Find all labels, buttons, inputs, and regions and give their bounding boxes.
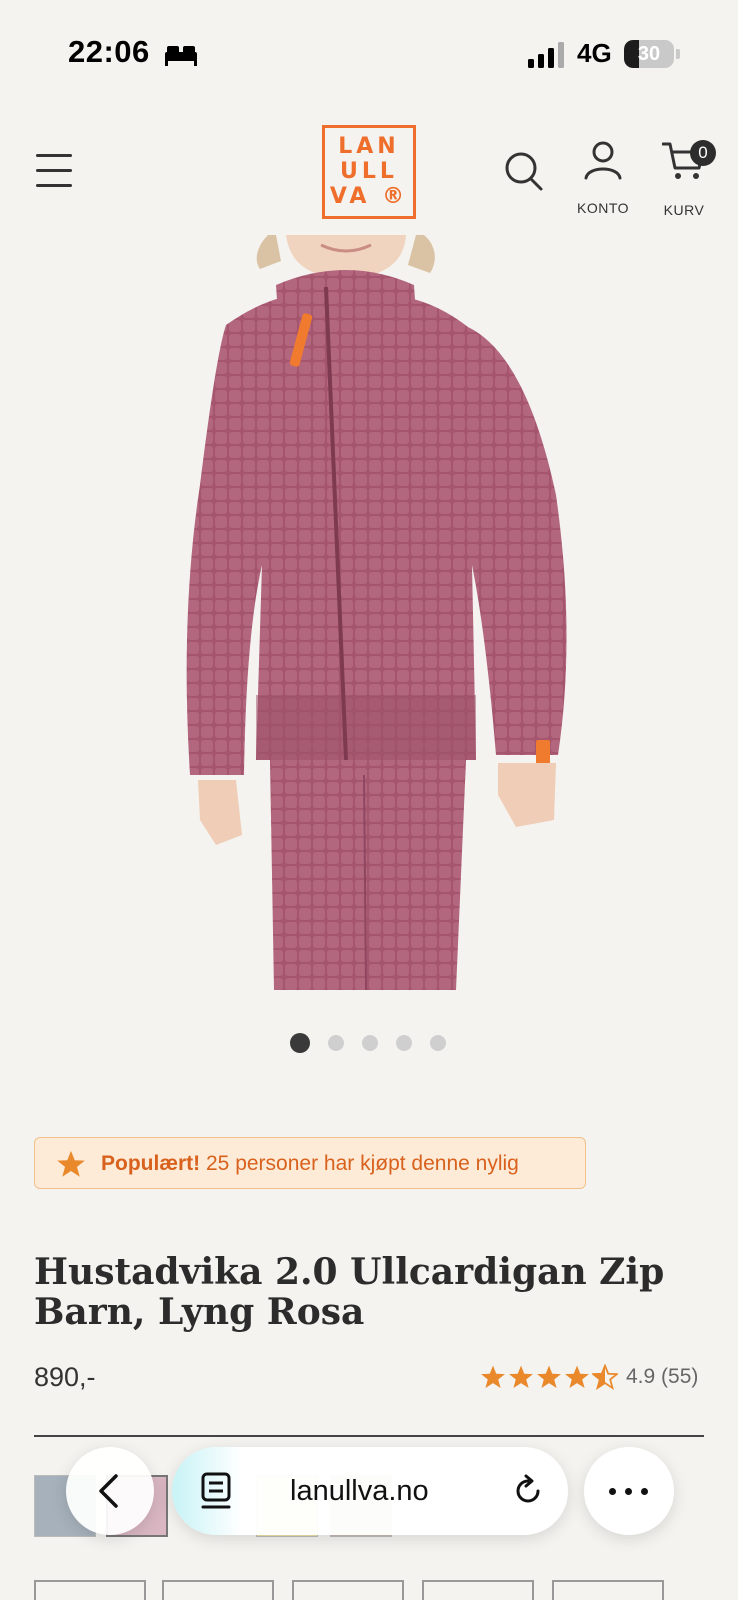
size-option[interactable] [162, 1580, 274, 1600]
site-header: LAN ULL VA ® KONTO 0 KURV [0, 110, 738, 235]
star-icon [537, 1365, 561, 1389]
product-price: 890,- [34, 1362, 96, 1392]
logo-line: VA ® [329, 184, 409, 209]
carousel-dot[interactable] [328, 1035, 344, 1051]
carousel-dot[interactable] [362, 1035, 378, 1051]
carousel-dot[interactable] [430, 1035, 446, 1051]
star-icon [481, 1365, 505, 1389]
battery-cap [676, 49, 680, 59]
cart-count-badge: 0 [690, 140, 716, 166]
account-link[interactable]: KONTO [570, 140, 636, 216]
size-option[interactable] [292, 1580, 404, 1600]
star-icon [565, 1365, 589, 1389]
menu-icon[interactable] [36, 154, 74, 188]
account-icon [584, 141, 622, 180]
tabs-icon[interactable] [198, 1471, 234, 1511]
network-label: 4G [577, 38, 612, 68]
browser-address-bar[interactable]: lanullva.no [172, 1447, 568, 1535]
popular-text: Populært! 25 personer har kjøpt denne ny… [101, 1152, 519, 1176]
battery-icon: 30 [624, 40, 674, 68]
star-icon [57, 1150, 85, 1177]
back-icon [99, 1474, 118, 1508]
url-text: lanullva.no [290, 1475, 429, 1507]
rating-text: 4.9 (55) [626, 1365, 699, 1388]
popular-strong: Populært! [101, 1152, 201, 1175]
reload-icon[interactable] [510, 1473, 546, 1509]
carousel-dot[interactable] [396, 1035, 412, 1051]
size-option[interactable] [552, 1580, 664, 1600]
star-icon [509, 1365, 533, 1389]
cart-label: KURV [663, 202, 705, 218]
site-logo[interactable]: LAN ULL VA ® [322, 125, 416, 219]
logo-line: LAN [338, 134, 400, 159]
star-half-icon [592, 1364, 618, 1390]
cart-link[interactable]: 0 KURV [652, 140, 716, 218]
search-icon[interactable] [504, 150, 544, 192]
status-bar: 22:06 4G 30 [0, 0, 738, 110]
logo-line: ULL [340, 159, 398, 184]
size-option[interactable] [34, 1580, 146, 1600]
rating-stars [480, 1364, 618, 1390]
account-label: KONTO [576, 200, 630, 216]
more-icon[interactable] [584, 1447, 674, 1535]
signal-icon [528, 42, 564, 68]
product-title: Hustadvika 2.0 Ullcardigan Zip Barn, Lyn… [34, 1251, 665, 1333]
battery-percent: 30 [637, 43, 661, 65]
popular-message: 25 personer har kjøpt denne nylig [206, 1152, 519, 1175]
product-image[interactable] [186, 235, 586, 990]
size-option[interactable] [422, 1580, 534, 1600]
product-rating[interactable]: 4.9 (55) [480, 1364, 698, 1390]
carousel-dots [290, 1033, 460, 1055]
carousel-dot[interactable] [290, 1033, 310, 1053]
bed-icon [165, 46, 197, 66]
divider [34, 1435, 704, 1437]
popular-banner: Populært! 25 personer har kjøpt denne ny… [34, 1137, 586, 1189]
status-time: 22:06 [68, 34, 150, 69]
browser-back-button[interactable] [66, 1447, 154, 1535]
